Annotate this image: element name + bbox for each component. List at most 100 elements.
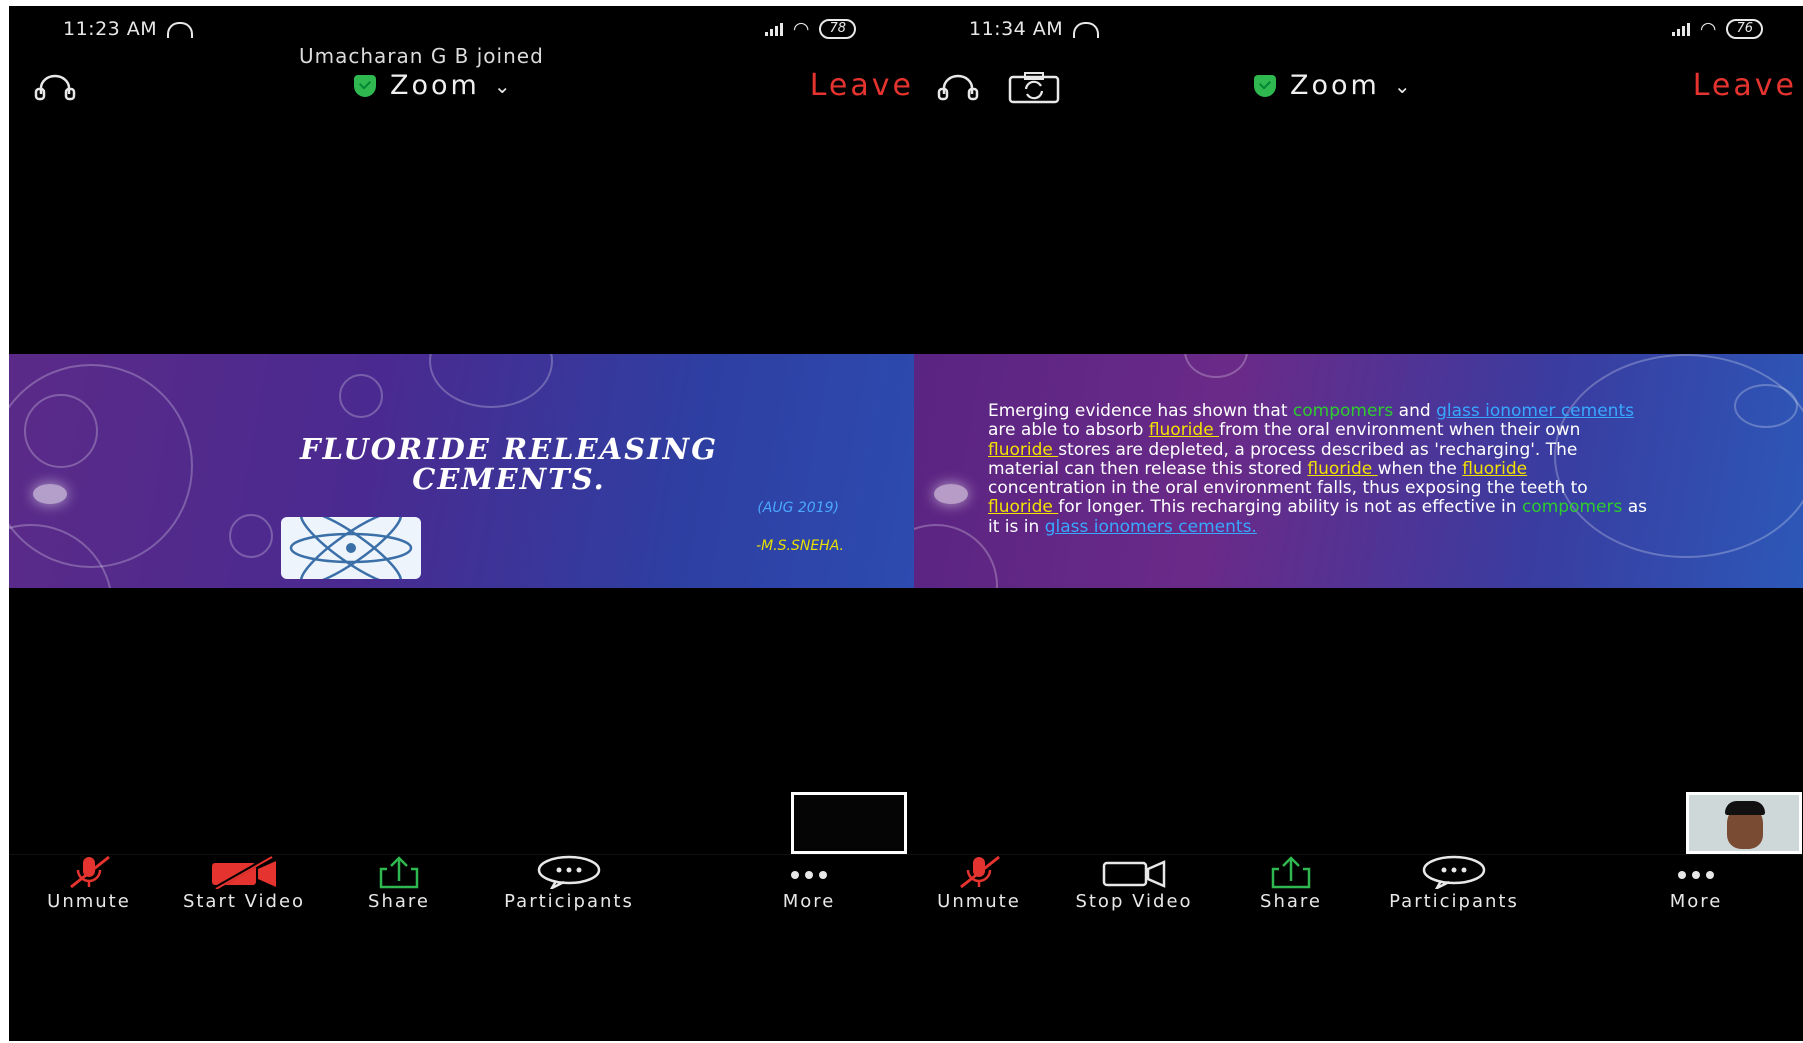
slide-text-span: from the oral environment when their own (1219, 420, 1581, 441)
wifi-icon: ◠ (792, 18, 810, 40)
slide-decoration (429, 354, 553, 408)
slide-author: -M.S.SNEHA. (756, 538, 844, 554)
slide-link-fluoride[interactable]: fluoride (988, 440, 1058, 460)
leave-button[interactable]: Leave (1693, 68, 1797, 103)
shared-screen-slide: Emerging evidence has shown that compome… (914, 354, 1803, 588)
slide-text-span: when the (1377, 458, 1463, 479)
atom-image (281, 517, 421, 579)
speaker-audio-icon[interactable] (936, 74, 980, 104)
meeting-top-bar: Zoom ⌄ Leave (9, 68, 914, 110)
share-button[interactable]: Share (1216, 855, 1366, 912)
signal-icon (1671, 22, 1690, 36)
speaker-audio-icon[interactable] (33, 74, 77, 104)
slide-link-fluoride[interactable]: fluoride (1307, 459, 1377, 479)
system-icons: ◠ 76 (1671, 18, 1763, 40)
headphones-icon (1073, 21, 1100, 38)
slide-link-fluoride[interactable]: fluoride (988, 497, 1058, 517)
participants-chat-icon (537, 855, 601, 889)
meeting-toolbar: Unmute Start Video Share Participants Mo… (9, 854, 914, 915)
self-video-thumbnail[interactable] (791, 792, 907, 854)
status-time: 11:34 AM (969, 18, 1100, 40)
more-dots-icon (791, 871, 827, 879)
participant-joined-notice: Umacharan G B joined (299, 44, 544, 68)
phone-screen-left: 11:23 AM ◠ 78 Umacharan G B joined Zoom … (9, 6, 914, 1041)
slide-title-line2: CEMENTS. (412, 462, 606, 496)
slide-decoration (1184, 354, 1248, 378)
more-button[interactable]: More (749, 855, 869, 912)
share-label: Share (368, 891, 430, 912)
headphones-icon (167, 21, 194, 38)
meeting-toolbar: Unmute Stop Video Share Participants Mor… (914, 854, 1803, 915)
video-off-icon (212, 855, 276, 889)
more-label: More (1669, 891, 1723, 912)
slide-body-text: Emerging evidence has shown that compome… (988, 401, 1648, 537)
unmute-label: Unmute (47, 891, 131, 912)
slide-title: FLUORIDE RELEASING CEMENTS. (259, 434, 759, 494)
video-label: Start Video (182, 891, 306, 912)
share-label: Share (1260, 891, 1322, 912)
slide-decoration (24, 394, 98, 468)
slide-link-glass-ionomer[interactable]: glass ionomer cements (1436, 401, 1634, 421)
slide-glow (33, 484, 67, 504)
participants-button[interactable]: Participants (479, 855, 659, 912)
self-video-thumbnail[interactable] (1686, 792, 1802, 854)
security-shield-icon (354, 74, 376, 97)
muted-mic-icon (70, 855, 110, 889)
status-bar: 11:34 AM ◠ 76 (914, 16, 1803, 46)
slide-decoration (229, 514, 273, 558)
slide-decoration (1734, 384, 1798, 428)
slide-title-line1: FLUORIDE RELEASING (300, 432, 718, 466)
slide-date: (AUG 2019) (757, 500, 839, 516)
wifi-icon: ◠ (1699, 18, 1717, 40)
meeting-title-dropdown[interactable]: Zoom ⌄ (354, 70, 514, 101)
chevron-down-icon: ⌄ (1393, 73, 1414, 98)
phone-screen-right: 11:34 AM ◠ 76 Zoom ⌄ Leave Emerging evid… (914, 6, 1803, 1041)
slide-text-span: are able to absorb (988, 420, 1149, 441)
meeting-top-bar: Zoom ⌄ Leave (914, 68, 1803, 110)
switch-camera-icon[interactable] (1007, 72, 1061, 104)
system-icons: ◠ 78 (764, 18, 856, 40)
video-label: Stop Video (1075, 891, 1193, 912)
slide-term-compomers: compomers (1521, 497, 1623, 518)
slide-decoration (339, 374, 383, 418)
muted-mic-icon (960, 855, 1000, 889)
unmute-label: Unmute (937, 891, 1021, 912)
slide-text-span: concentration in the oral environment fa… (988, 478, 1588, 499)
stop-video-button[interactable]: Stop Video (1059, 855, 1209, 912)
participants-label: Participants (1389, 891, 1519, 912)
security-shield-icon (1254, 74, 1276, 97)
slide-link-fluoride[interactable]: fluoride (1462, 459, 1527, 479)
avatar-hair (1725, 801, 1765, 815)
more-label: More (782, 891, 836, 912)
participants-chat-icon (1422, 855, 1486, 889)
slide-text-span: Emerging evidence has shown that (988, 401, 1293, 421)
share-icon (1271, 856, 1311, 889)
slide-decoration (914, 524, 998, 588)
meeting-title: Zoom (1290, 70, 1380, 101)
shared-screen-slide: FLUORIDE RELEASING CEMENTS. (AUG 2019) -… (9, 354, 914, 588)
video-camera-icon (1102, 860, 1166, 888)
signal-icon (764, 22, 783, 36)
battery-icon: 78 (819, 19, 856, 39)
more-dots-icon (1678, 871, 1714, 879)
unmute-button[interactable]: Unmute (14, 855, 164, 912)
chevron-down-icon: ⌄ (493, 73, 514, 98)
slide-link-fluoride[interactable]: fluoride (1149, 420, 1219, 440)
more-button[interactable]: More (1636, 855, 1756, 912)
share-icon (379, 856, 419, 889)
slide-glow (934, 484, 968, 504)
participants-button[interactable]: Participants (1364, 855, 1544, 912)
slide-term-compomers: compomers (1292, 401, 1394, 421)
start-video-button[interactable]: Start Video (169, 855, 319, 912)
meeting-title: Zoom (390, 70, 480, 101)
battery-icon: 76 (1726, 19, 1763, 39)
status-time: 11:23 AM (63, 18, 194, 40)
slide-text-span: for longer. This recharging ability is n… (1058, 497, 1522, 518)
meeting-title-dropdown[interactable]: Zoom ⌄ (1254, 70, 1414, 101)
share-button[interactable]: Share (324, 855, 474, 912)
participants-label: Participants (504, 891, 634, 912)
slide-text-span: and (1393, 401, 1437, 421)
slide-link-glass-ionomers[interactable]: glass ionomers cements. (1045, 517, 1257, 537)
leave-button[interactable]: Leave (810, 68, 914, 103)
unmute-button[interactable]: Unmute (914, 855, 1054, 912)
